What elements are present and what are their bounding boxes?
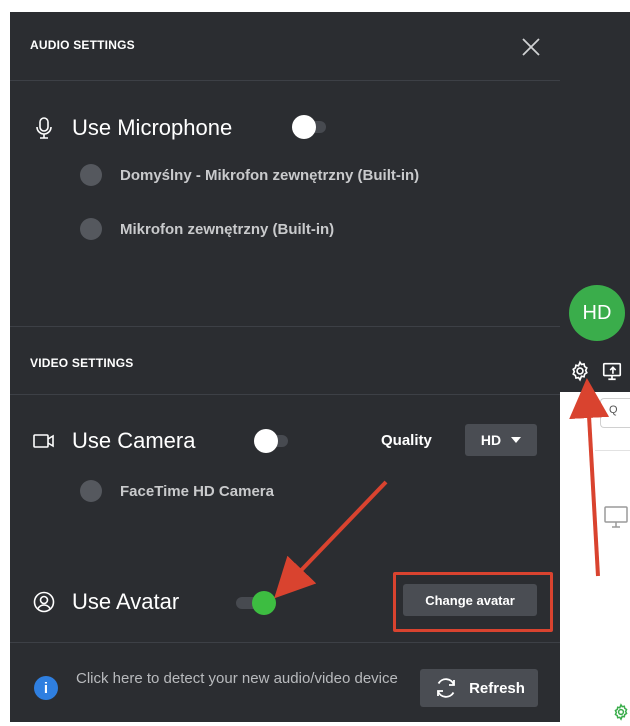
- toggle-knob: [292, 115, 316, 139]
- device-label: Domyślny - Mikrofon zewnętrzny (Built-in…: [120, 166, 420, 184]
- camera-icon: [32, 429, 56, 453]
- section-divider: [10, 326, 560, 327]
- search-box[interactable]: Q: [600, 398, 630, 428]
- share-screen-icon[interactable]: [601, 360, 623, 382]
- section-divider: [10, 642, 560, 643]
- section-divider: [10, 394, 560, 395]
- quality-value: HD: [480, 432, 502, 448]
- radio-button[interactable]: [80, 218, 102, 240]
- camera-device-option[interactable]: FaceTime HD Camera: [80, 480, 274, 502]
- audio-settings-header: AUDIO SETTINGS: [10, 12, 560, 81]
- use-camera-row: Use Camera: [32, 428, 195, 454]
- use-microphone-label: Use Microphone: [72, 115, 233, 140]
- user-avatar[interactable]: HD: [569, 285, 625, 341]
- quality-label: Quality: [381, 432, 432, 449]
- monitor-icon: [603, 503, 629, 531]
- use-avatar-row: Use Avatar: [32, 589, 179, 615]
- gear-icon[interactable]: [569, 360, 591, 382]
- use-camera-label: Use Camera: [72, 428, 196, 453]
- toggle-knob: [252, 591, 276, 615]
- microphone-device-option[interactable]: Mikrofon zewnętrzny (Built-in): [80, 218, 334, 240]
- info-icon: i: [34, 676, 58, 700]
- search-glyph: Q: [609, 404, 618, 416]
- video-settings-title: VIDEO SETTINGS: [30, 356, 134, 370]
- radio-button[interactable]: [80, 164, 102, 186]
- refresh-button[interactable]: Refresh: [420, 669, 538, 707]
- refresh-icon: [437, 678, 455, 698]
- microphone-device-option[interactable]: Domyślny - Mikrofon zewnętrzny (Built-in…: [80, 164, 419, 186]
- refresh-label: Refresh: [469, 679, 525, 697]
- gear-icon[interactable]: [612, 703, 630, 721]
- camera-toggle[interactable]: [254, 429, 288, 453]
- microphone-toggle[interactable]: [292, 115, 326, 139]
- avatar-icon: [32, 590, 56, 614]
- settings-panel: AUDIO SETTINGS Use Microphone Domyślny -…: [10, 12, 560, 722]
- change-avatar-button[interactable]: Change avatar: [403, 584, 537, 616]
- chevron-down-icon: [511, 437, 522, 443]
- use-avatar-label: Use Avatar: [72, 589, 180, 614]
- radio-button[interactable]: [80, 480, 102, 502]
- use-microphone-row: Use Microphone: [32, 115, 232, 141]
- content-divider: [595, 450, 630, 451]
- microphone-icon: [32, 116, 56, 140]
- device-label: FaceTime HD Camera: [120, 482, 274, 500]
- toggle-knob: [254, 429, 278, 453]
- close-icon[interactable]: [520, 36, 542, 58]
- audio-settings-title: AUDIO SETTINGS: [30, 38, 135, 52]
- quality-select[interactable]: HD: [465, 424, 537, 456]
- content-area: [560, 392, 630, 722]
- detect-devices-link[interactable]: Click here to detect your new audio/vide…: [76, 670, 416, 688]
- app-background: [0, 0, 630, 12]
- avatar-toggle[interactable]: [236, 591, 276, 615]
- device-label: Mikrofon zewnętrzny (Built-in): [120, 220, 335, 238]
